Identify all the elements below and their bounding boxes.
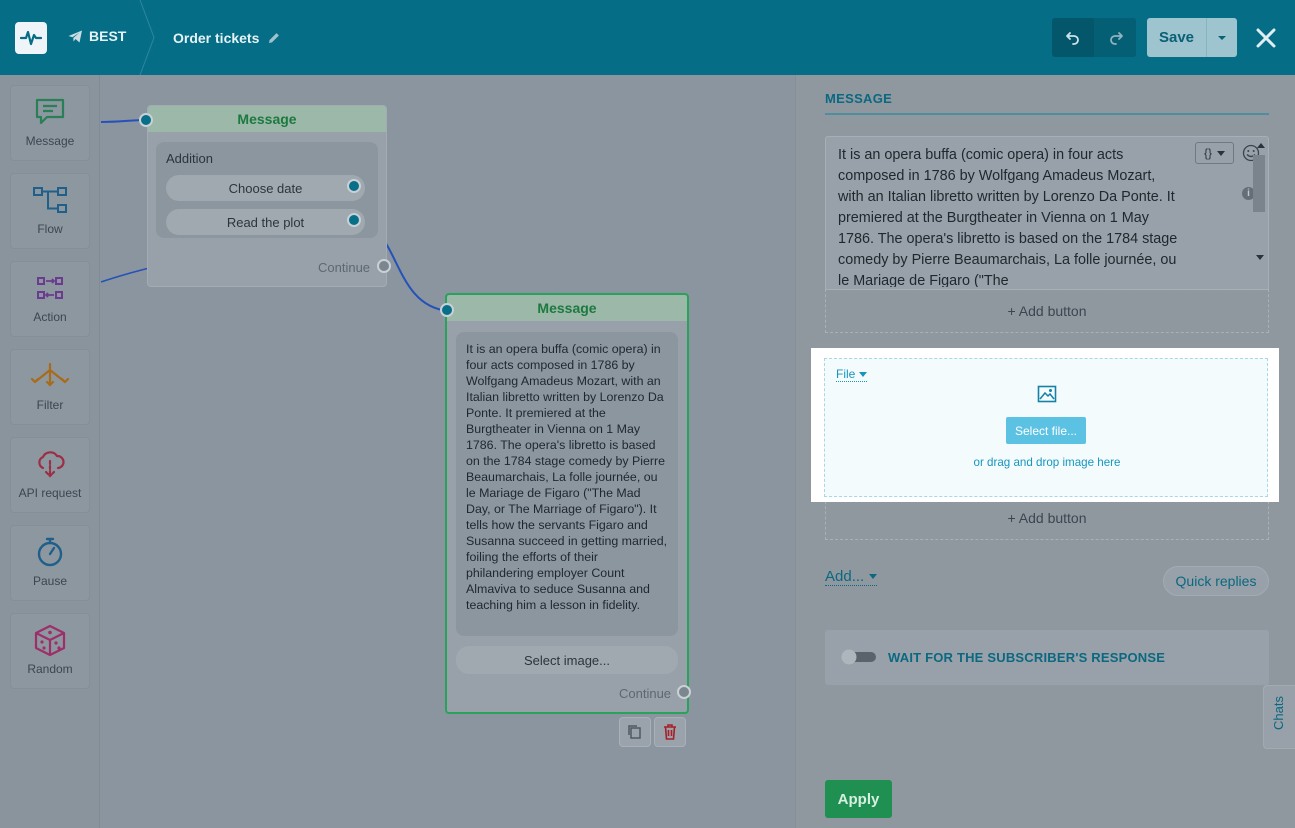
node-title: Message [447, 295, 687, 321]
bot-breadcrumb[interactable]: BEST [68, 28, 126, 44]
stopwatch-icon [37, 537, 63, 567]
image-icon [1037, 385, 1057, 403]
palette-item-random[interactable]: Random [10, 613, 90, 689]
add-button-1[interactable]: + Add button [825, 289, 1269, 333]
chats-side-tab[interactable]: Chats [1263, 685, 1295, 749]
save-options-dropdown[interactable] [1206, 18, 1237, 57]
wait-response-label: WAIT FOR THE SUBSCRIBER'S RESPONSE [888, 650, 1166, 665]
trash-icon [664, 724, 676, 740]
chevron-down-icon [1217, 150, 1225, 156]
close-icon[interactable] [1255, 27, 1277, 49]
chevron-down-icon [1218, 35, 1226, 40]
node-content-block: Addition Choose date Read the plot [156, 142, 378, 238]
continue-label: Continue [619, 686, 672, 701]
save-button[interactable]: Save [1147, 18, 1206, 57]
add-label: Add... [825, 568, 865, 585]
action-icon [37, 277, 63, 299]
add-element-dropdown[interactable]: Add... [825, 568, 878, 586]
palette-item-pause[interactable]: Pause [10, 525, 90, 601]
node-input-port[interactable] [139, 113, 153, 127]
message-text-editor[interactable]: It is an opera buffa (comic opera) in fo… [825, 136, 1269, 290]
redo-button[interactable] [1094, 18, 1136, 57]
flow-name: Order tickets [173, 30, 260, 46]
telegram-icon [68, 30, 82, 42]
variable-button-label: {} [1203, 146, 1212, 160]
scroll-up-arrow-icon[interactable] [1257, 142, 1265, 148]
node-title: Message [148, 106, 386, 132]
breadcrumb-separator [139, 0, 155, 75]
undo-icon [1066, 31, 1079, 45]
flow-icon [33, 187, 67, 213]
palette-item-action[interactable]: Action [10, 261, 90, 337]
insert-variable-button[interactable]: {} [1195, 142, 1234, 164]
file-drop-zone[interactable]: File Select file... or drag and drop ima… [824, 358, 1268, 497]
palette-item-flow[interactable]: Flow [10, 173, 90, 249]
select-image-button[interactable]: Select image... [456, 646, 678, 674]
palette-label: Message [25, 134, 75, 148]
palette-label: Pause [32, 574, 68, 588]
scrollbar-thumb[interactable] [1253, 155, 1265, 212]
duplicate-node-button[interactable] [619, 717, 651, 747]
block-palette: Message Flow Action Filter API request P… [0, 75, 100, 828]
filter-icon [30, 362, 70, 387]
quick-replies-button[interactable]: Quick replies [1163, 566, 1269, 596]
palette-item-message[interactable]: Message [10, 85, 90, 161]
flow-canvas[interactable]: Message Addition Choose date Read the pl… [101, 75, 795, 828]
delete-node-button[interactable] [654, 717, 686, 747]
scroll-down-arrow-icon[interactable] [1256, 255, 1264, 261]
continue-output-port[interactable] [677, 685, 691, 699]
bot-name: BEST [89, 28, 127, 44]
node-button-read-the-plot[interactable]: Read the plot [166, 209, 365, 235]
redo-icon [1109, 31, 1123, 45]
chevron-down-icon [869, 574, 878, 579]
message-textarea[interactable]: It is an opera buffa (comic opera) in fo… [838, 145, 1183, 287]
button-output-port[interactable] [347, 213, 361, 227]
node-input-port[interactable] [440, 303, 454, 317]
file-upload-card: File Select file... or drag and drop ima… [811, 348, 1279, 502]
panel-title-underline [825, 113, 1269, 115]
file-type-label: File [836, 367, 856, 381]
chevron-down-icon [859, 371, 868, 377]
add-button-2[interactable]: + Add button [825, 496, 1269, 540]
block-title: Addition [166, 151, 213, 166]
palette-item-filter[interactable]: Filter [10, 349, 90, 425]
palette-label: Flow [37, 222, 63, 236]
file-type-dropdown[interactable]: File [836, 367, 868, 382]
chats-label: Chats [1271, 696, 1286, 730]
app-logo-icon[interactable] [15, 22, 47, 54]
edit-pencil-icon[interactable] [267, 31, 281, 45]
wait-response-toggle[interactable] [841, 649, 878, 665]
palette-label: Action [33, 310, 67, 324]
api-request-icon [38, 451, 65, 478]
flow-title[interactable]: Order tickets [173, 30, 281, 46]
undo-button[interactable] [1052, 18, 1094, 57]
palette-label: API request [18, 486, 82, 500]
continue-label: Continue [318, 260, 371, 275]
button-output-port[interactable] [347, 179, 361, 193]
palette-item-api-request[interactable]: API request [10, 437, 90, 513]
panel-title: MESSAGE [825, 91, 893, 106]
drag-drop-hint: or drag and drop image here [973, 456, 1121, 469]
copy-icon [628, 725, 641, 739]
wait-response-row: WAIT FOR THE SUBSCRIBER'S RESPONSE [825, 630, 1269, 685]
continue-output-port[interactable] [377, 259, 391, 273]
select-file-button[interactable]: Select file... [1006, 417, 1086, 444]
dice-icon [34, 624, 66, 657]
top-header: BEST Order tickets Save [0, 0, 1295, 75]
apply-button[interactable]: Apply [825, 780, 892, 818]
palette-label: Random [27, 662, 73, 676]
message-node-2[interactable]: Message It is an opera buffa (comic oper… [445, 293, 689, 714]
message-node-1[interactable]: Message Addition Choose date Read the pl… [147, 105, 387, 287]
palette-label: Filter [36, 398, 64, 412]
node-message-text: It is an opera buffa (comic opera) in fo… [456, 332, 678, 636]
message-icon [35, 98, 65, 125]
node-button-choose-date[interactable]: Choose date [166, 175, 365, 201]
